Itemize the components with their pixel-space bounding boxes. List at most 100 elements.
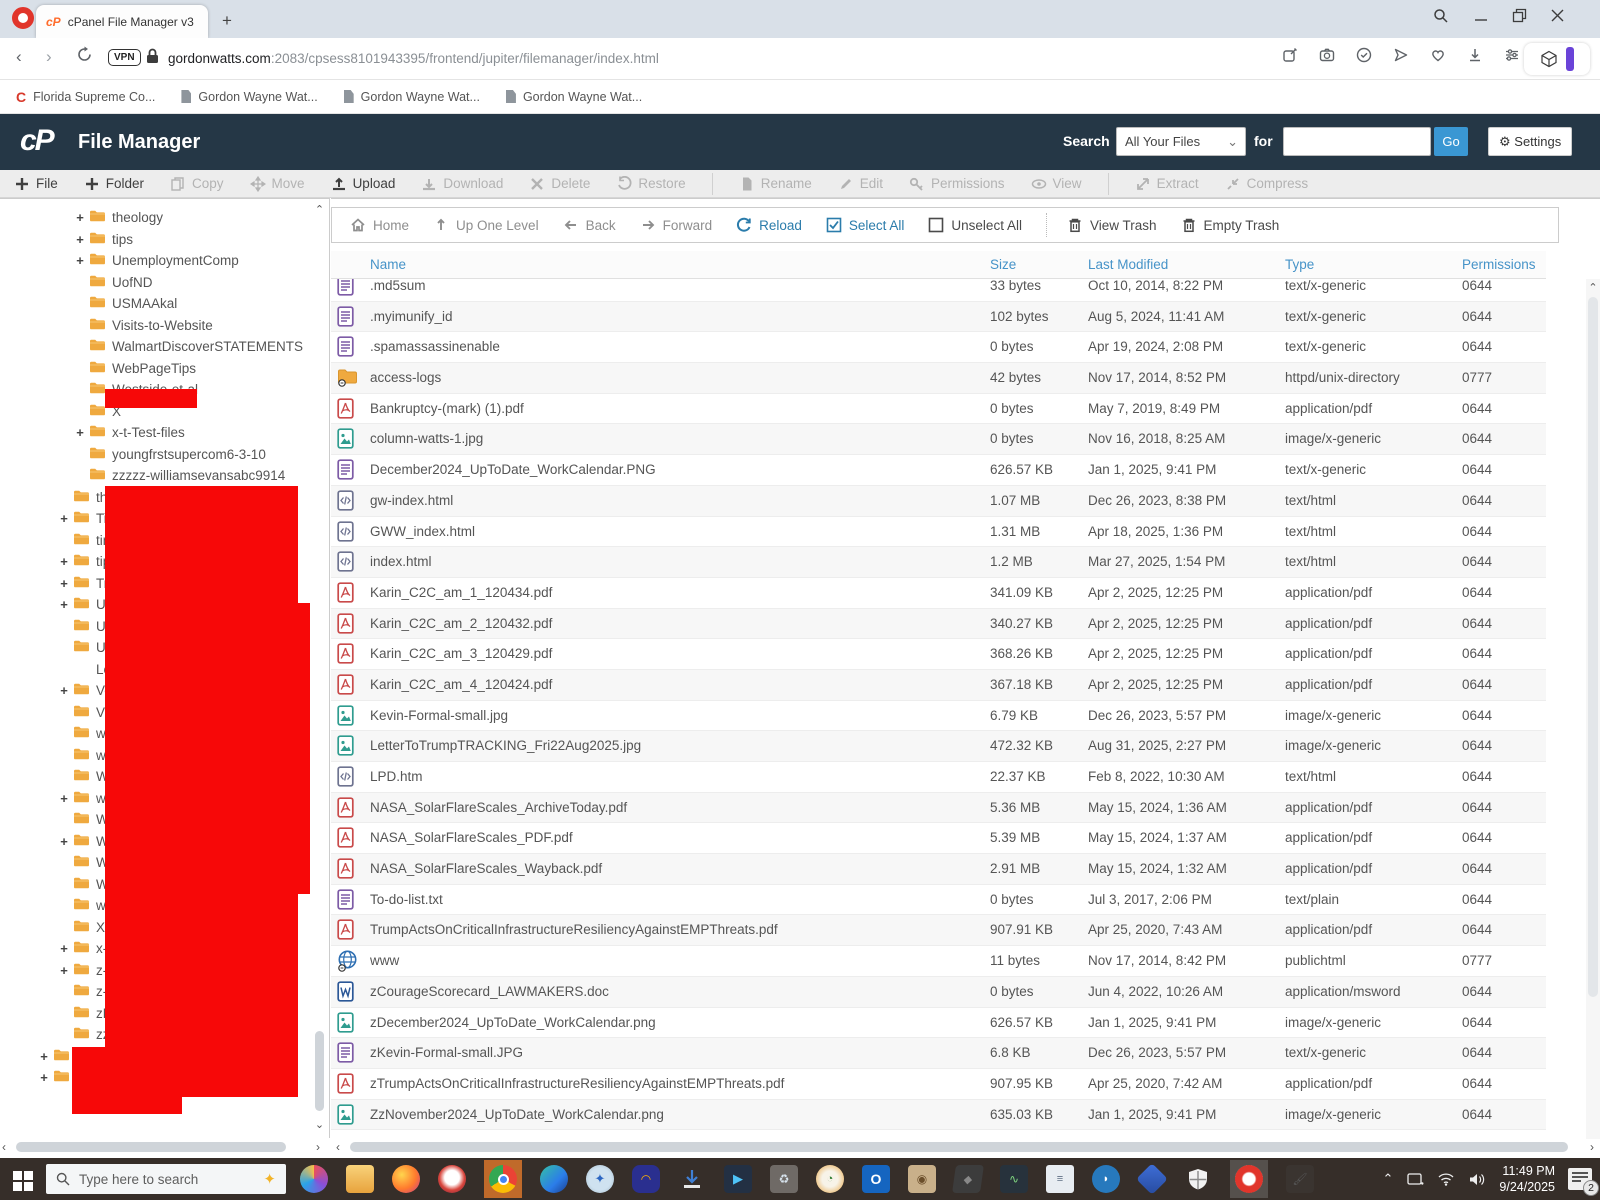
privacy-browser-taskbar-icon[interactable]: [438, 1165, 466, 1193]
file-row[interactable]: LetterToTrumpTRACKING_Fri22Aug2025.jpg47…: [331, 731, 1546, 762]
notepad-taskbar-icon[interactable]: ≡: [1046, 1165, 1074, 1193]
chrome-taskbar-icon[interactable]: [484, 1160, 522, 1198]
safari-taskbar-icon[interactable]: ✦: [586, 1165, 614, 1193]
wifi-icon[interactable]: [1437, 1172, 1455, 1186]
scroll-right-icon[interactable]: ›: [316, 1140, 320, 1154]
bookmark-item[interactable]: Gordon Wayne Wat...: [344, 90, 480, 104]
file-name[interactable]: Bankruptcy-(mark) (1).pdf: [370, 401, 524, 416]
lock-icon[interactable]: [146, 48, 159, 69]
filmora-taskbar-icon[interactable]: 🖌: [1286, 1165, 1314, 1193]
minimize-button[interactable]: [1468, 12, 1494, 30]
file-row[interactable]: column-watts-1.jpg0 bytesNov 16, 2018, 8…: [331, 424, 1546, 455]
file-name[interactable]: .spamassassinenable: [370, 339, 500, 354]
column-name[interactable]: Name: [370, 257, 406, 272]
camera-icon[interactable]: [1319, 47, 1335, 66]
file-row[interactable]: Bankruptcy-(mark) (1).pdf0 bytesMay 7, 2…: [331, 394, 1546, 425]
tree-folder-item[interactable]: USMAAkal: [0, 293, 312, 315]
file-row[interactable]: .md5sum33 bytesOct 10, 2014, 8:22 PMtext…: [331, 279, 1546, 302]
file-name[interactable]: zTrumpActsOnCriticalInfrastructureResili…: [370, 1076, 784, 1091]
file-row[interactable]: zKevin-Formal-small.JPG6.8 KBDec 26, 202…: [331, 1038, 1546, 1069]
main-vertical-scrollbar[interactable]: ⌃: [1586, 279, 1600, 1139]
file-name[interactable]: NASA_SolarFlareScales_PDF.pdf: [370, 830, 573, 845]
scrollbar-thumb[interactable]: [16, 1142, 286, 1152]
file-row[interactable]: Karin_C2C_am_3_120429.pdf368.26 KBApr 2,…: [331, 639, 1546, 670]
file-row[interactable]: To-do-list.txt0 bytesJul 3, 2017, 2:06 P…: [331, 885, 1546, 916]
expand-plus-icon[interactable]: +: [38, 1070, 50, 1085]
browser-tab[interactable]: cP cPanel File Manager v3: [36, 5, 208, 38]
file-row[interactable]: Karin_C2C_am_2_120432.pdf340.27 KBApr 2,…: [331, 609, 1546, 640]
view-trash-button[interactable]: View Trash: [1067, 217, 1157, 233]
file-row[interactable]: zDecember2024_UpToDate_WorkCalendar.png6…: [331, 1008, 1546, 1039]
file-row[interactable]: gw-index.html1.07 MBDec 26, 2023, 8:38 P…: [331, 486, 1546, 517]
expand-plus-icon[interactable]: +: [74, 232, 86, 247]
search-scope-select[interactable]: All Your Files⌄: [1116, 127, 1246, 156]
file-name[interactable]: zDecember2024_UpToDate_WorkCalendar.png: [370, 1015, 656, 1030]
file-name[interactable]: gw-index.html: [370, 493, 453, 508]
file-name[interactable]: GWW_index.html: [370, 524, 475, 539]
file-name[interactable]: zCourageScorecard_LAWMAKERS.doc: [370, 984, 609, 999]
reload-icon[interactable]: [76, 46, 93, 68]
opera-logo-icon[interactable]: [12, 7, 34, 29]
file-name[interactable]: index.html: [370, 554, 432, 569]
expand-plus-icon[interactable]: +: [38, 1049, 50, 1064]
expand-plus-icon[interactable]: +: [58, 576, 70, 591]
file-row[interactable]: December2024_UpToDate_WorkCalendar.PNG62…: [331, 455, 1546, 486]
sidebar-vertical-scrollbar[interactable]: ⌃ ⌄: [313, 203, 326, 1131]
file-name[interactable]: column-watts-1.jpg: [370, 431, 483, 446]
sidebar-horizontal-scrollbar[interactable]: ‹ ›: [2, 1140, 328, 1154]
opera-taskbar-icon[interactable]: [1230, 1160, 1268, 1198]
scroll-down-icon[interactable]: ⌄: [313, 1118, 326, 1131]
nero-taskbar-icon[interactable]: ◔: [816, 1165, 844, 1193]
file-explorer-taskbar-icon[interactable]: [346, 1165, 374, 1193]
url-bar[interactable]: gordonwatts.com:2083/cpsess8101943395/fr…: [168, 51, 659, 66]
column-size[interactable]: Size: [990, 257, 1016, 272]
send-icon[interactable]: [1393, 47, 1409, 66]
file-row[interactable]: .spamassassinenable0 bytesApr 19, 2024, …: [331, 332, 1546, 363]
file-row[interactable]: zTrumpActsOnCriticalInfrastructureResili…: [331, 1069, 1546, 1100]
close-button[interactable]: [1544, 8, 1570, 28]
file-name[interactable]: access-logs: [370, 370, 441, 385]
file-name[interactable]: TrumpActsOnCriticalInfrastructureResilie…: [370, 922, 778, 937]
recycle-taskbar-icon[interactable]: ♻: [770, 1165, 798, 1193]
column-permissions[interactable]: Permissions: [1462, 257, 1536, 272]
shield-check-icon[interactable]: [1356, 47, 1372, 66]
file-row[interactable]: access-logs42 bytesNov 17, 2014, 8:52 PM…: [331, 363, 1546, 394]
heart-icon[interactable]: [1430, 47, 1446, 66]
openoffice-taskbar-icon[interactable]: ◗: [1092, 1165, 1120, 1193]
tree-folder-item[interactable]: +theology: [0, 207, 312, 229]
forward-icon[interactable]: ›: [46, 47, 52, 67]
new-tab-button[interactable]: +: [216, 10, 238, 32]
file-name[interactable]: LetterToTrumpTRACKING_Fri22Aug2025.jpg: [370, 738, 641, 753]
browser-search-icon[interactable]: [1428, 8, 1454, 29]
file-name[interactable]: Karin_C2C_am_1_120434.pdf: [370, 585, 552, 600]
download-icon[interactable]: [1467, 47, 1483, 66]
expand-plus-icon[interactable]: +: [74, 210, 86, 225]
vpn-badge[interactable]: VPN: [108, 49, 141, 66]
file-row[interactable]: Kevin-Formal-small.jpg6.79 KBDec 26, 202…: [331, 701, 1546, 732]
file-name[interactable]: Kevin-Formal-small.jpg: [370, 708, 508, 723]
tree-folder-item[interactable]: UofND: [0, 272, 312, 294]
empty-trash-button[interactable]: Empty Trash: [1181, 217, 1280, 233]
file-row[interactable]: GWW_index.html1.31 MBApr 18, 2025, 1:36 …: [331, 517, 1546, 548]
file-name[interactable]: NASA_SolarFlareScales_Wayback.pdf: [370, 861, 602, 876]
scroll-up-icon[interactable]: ⌃: [313, 203, 326, 216]
taskbar-clock[interactable]: 11:49 PM 9/24/2025: [1499, 1163, 1555, 1196]
file-name[interactable]: Karin_C2C_am_3_120429.pdf: [370, 646, 552, 661]
go-button[interactable]: Go: [1434, 127, 1468, 156]
forward-button[interactable]: Forward: [640, 217, 713, 233]
expand-plus-icon[interactable]: +: [74, 253, 86, 268]
back-button[interactable]: Back: [563, 217, 616, 233]
start-button[interactable]: [0, 1168, 46, 1191]
unselect-all-button[interactable]: Unselect All: [928, 217, 1022, 233]
search-input[interactable]: [1283, 127, 1431, 156]
scrollbar-thumb[interactable]: [350, 1142, 1568, 1152]
tree-folder-item[interactable]: +UnemploymentComp: [0, 250, 312, 272]
expand-plus-icon[interactable]: +: [74, 425, 86, 440]
file-row[interactable]: .myimunify_id102 bytesAug 5, 2024, 11:41…: [331, 302, 1546, 333]
file-row[interactable]: TrumpActsOnCriticalInfrastructureResilie…: [331, 915, 1546, 946]
file-row[interactable]: LPD.htm22.37 KBFeb 8, 2022, 10:30 AMtext…: [331, 762, 1546, 793]
scroll-right-icon[interactable]: ›: [1590, 1140, 1594, 1154]
installer-taskbar-icon[interactable]: ◉: [908, 1165, 936, 1193]
aimp-taskbar-icon[interactable]: ◠: [632, 1165, 660, 1193]
file-name[interactable]: www: [370, 953, 399, 968]
